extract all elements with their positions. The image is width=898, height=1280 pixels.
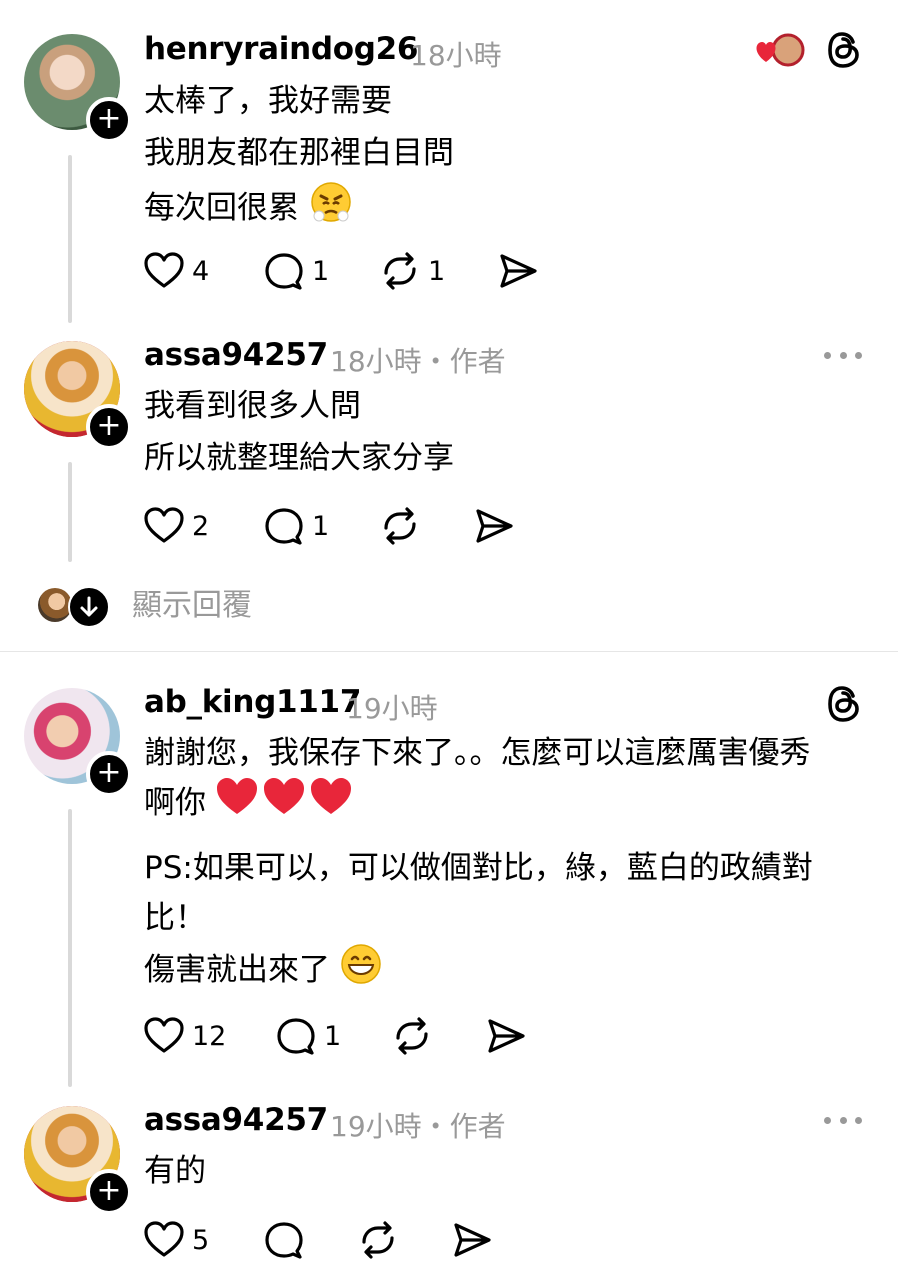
- follow-plus-icon[interactable]: +: [86, 97, 132, 143]
- like-button[interactable]: 5: [144, 1221, 264, 1259]
- more-options-icon[interactable]: [824, 1117, 862, 1125]
- comment-text-line: 比！: [144, 900, 206, 936]
- heart-icon: [756, 33, 805, 67]
- timestamp: 19小時: [346, 692, 438, 725]
- share-button[interactable]: [452, 1220, 492, 1260]
- heart-icon: [144, 1017, 184, 1053]
- comment-text: 傷害就出來了: [144, 952, 330, 988]
- reply-button[interactable]: 1: [276, 1016, 392, 1056]
- comment-text-line: 所以就整理給大家分享: [144, 440, 454, 476]
- follow-plus-icon[interactable]: +: [86, 404, 132, 450]
- liked-by-author-badge: [754, 32, 808, 68]
- thread-line: [68, 809, 72, 1087]
- comment-text-line: 有的: [144, 1153, 206, 1189]
- reply-count: 1: [324, 1020, 342, 1052]
- repost-button[interactable]: [380, 506, 474, 546]
- threads-logo-icon[interactable]: [826, 684, 862, 728]
- comment-text-line: PS:如果可以，可以做個對比，綠，藍白的政績對: [144, 850, 813, 886]
- divider: [0, 651, 898, 652]
- like-count: 2: [192, 510, 210, 542]
- timestamp: 19小時・作者: [330, 1110, 506, 1143]
- heart-icon: [144, 1221, 184, 1257]
- like-button[interactable]: 2: [144, 507, 264, 545]
- reply-button[interactable]: [264, 1220, 358, 1260]
- like-count: 12: [192, 1020, 227, 1052]
- follow-plus-icon[interactable]: +: [86, 751, 132, 797]
- show-replies-label[interactable]: 顯示回覆: [132, 586, 252, 626]
- repost-icon: [396, 1017, 428, 1055]
- like-count: 5: [192, 1224, 210, 1256]
- share-icon: [500, 254, 537, 288]
- repost-icon: [362, 1221, 394, 1259]
- comment-text-line: 我看到很多人問: [144, 388, 361, 424]
- action-bar: 2 1: [144, 506, 514, 546]
- comment-icon: [265, 1222, 303, 1259]
- share-button[interactable]: [474, 506, 514, 546]
- share-button[interactable]: [498, 251, 538, 291]
- comment-text: 每次回很累: [144, 190, 299, 226]
- comment-icon: [265, 253, 303, 290]
- thread-line: [68, 462, 72, 562]
- comment-text-line: 傷害就出來了: [144, 943, 382, 1000]
- username[interactable]: assa94257: [144, 337, 328, 373]
- action-bar: 5: [144, 1220, 492, 1260]
- reply-count: 1: [312, 510, 330, 542]
- comment-text: 啊你: [144, 785, 206, 821]
- comment-text-line: 謝謝您，我保存下來了。。怎麼可以這麼厲害優秀: [144, 735, 811, 771]
- action-bar: 12 1: [144, 1016, 526, 1056]
- repost-button[interactable]: [392, 1016, 486, 1056]
- repost-icon: [384, 507, 416, 545]
- reply-button[interactable]: 1: [264, 506, 380, 546]
- like-button[interactable]: 12: [144, 1017, 276, 1055]
- like-count: 4: [192, 255, 210, 287]
- share-icon: [454, 1223, 491, 1257]
- username[interactable]: assa94257: [144, 1102, 328, 1138]
- thread-line: [68, 155, 72, 323]
- username[interactable]: henryraindog26: [144, 31, 418, 67]
- reply-count: 1: [312, 255, 330, 287]
- comment-text-line: 每次回很累: [144, 180, 353, 239]
- more-options-icon[interactable]: [824, 352, 862, 360]
- like-button[interactable]: 4: [144, 252, 264, 290]
- comment-text-line: 我朋友都在那裡白目問: [144, 135, 454, 171]
- heart-icon: [144, 507, 184, 543]
- heart-icon: [144, 252, 184, 288]
- grinning-face-emoji-icon: [340, 943, 382, 1000]
- threads-logo-icon[interactable]: [826, 30, 862, 74]
- comment-icon: [265, 508, 303, 545]
- repost-count: 1: [428, 255, 446, 287]
- timestamp: 18小時・作者: [330, 345, 506, 378]
- huffing-face-emoji-icon: [309, 180, 353, 239]
- action-bar: 4 1 1: [144, 251, 538, 291]
- repost-button[interactable]: 1: [380, 251, 498, 291]
- follow-plus-icon[interactable]: +: [86, 1169, 132, 1215]
- repost-button[interactable]: [358, 1220, 452, 1260]
- comment-text-line: 啊你: [144, 776, 356, 833]
- share-icon: [488, 1019, 525, 1053]
- username[interactable]: ab_king1117: [144, 684, 361, 720]
- share-icon: [476, 509, 513, 543]
- comment-text-line: 太棒了，我好需要: [144, 83, 392, 119]
- red-heart-emoji-icon: [216, 776, 356, 833]
- repost-icon: [384, 252, 416, 290]
- share-button[interactable]: [486, 1016, 526, 1056]
- avatar: [38, 588, 72, 622]
- reply-button[interactable]: 1: [264, 251, 380, 291]
- arrow-down-icon: [68, 586, 110, 628]
- timestamp: 18小時: [410, 39, 502, 72]
- comment-icon: [277, 1018, 315, 1055]
- show-replies-row[interactable]: 顯示回覆: [38, 586, 338, 628]
